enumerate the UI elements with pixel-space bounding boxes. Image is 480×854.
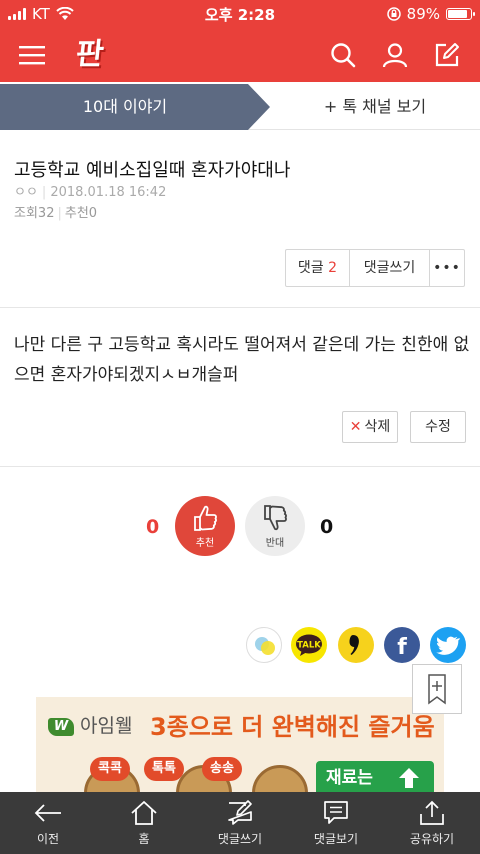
divider <box>0 307 480 308</box>
kakaostory-icon <box>255 637 275 655</box>
home-button[interactable]: 홈 <box>96 792 192 854</box>
share-label: 공유하기 <box>409 832 455 846</box>
delete-icon: ✕ <box>349 419 362 435</box>
edit-post-button[interactable]: 수정 <box>410 411 466 443</box>
tab-bar: 10대 이야기 + 톡 채널 보기 <box>0 84 480 130</box>
bottom-toolbar: 이전 홈 댓글쓰기 댓글보기 공유하기 <box>0 792 480 854</box>
upvote-count: 0 <box>146 516 160 538</box>
ad-headline: 3종으로 더 완벽해진 즐거움 <box>150 713 435 741</box>
ad-food-image <box>252 765 308 794</box>
comments-label: 댓글 <box>297 260 324 276</box>
kakaotalk-icon: TALK <box>296 634 322 656</box>
tab-active-label: 10대 이야기 <box>82 97 168 116</box>
likes-label: 추천 <box>64 206 89 221</box>
status-bar: KT 오후 2:28 89% <box>0 0 480 28</box>
search-button[interactable] <box>325 37 361 73</box>
post-date: 2018.01.18 16:42 <box>50 185 167 200</box>
back-arrow-icon <box>34 804 61 822</box>
views-label: 조회 <box>14 206 38 221</box>
views-count: 32 <box>37 206 55 221</box>
view-comments-label: 댓글보기 <box>313 832 359 846</box>
tab-view-channels[interactable]: + 톡 채널 보기 <box>270 84 480 130</box>
post-body: 나만 다른 구 고등학교 혹시라도 떨어져서 같은데 가는 친한애 없으면 혼자… <box>14 335 470 385</box>
delete-button[interactable]: ✕ 삭제 <box>342 411 398 443</box>
home-label: 홈 <box>138 832 150 846</box>
post-author[interactable]: ㅇㅇ <box>14 185 38 200</box>
facebook-icon: f <box>397 635 407 660</box>
write-button[interactable] <box>429 37 465 73</box>
write-comment-button[interactable]: 댓글쓰기 <box>350 250 430 286</box>
write-comment-icon <box>228 800 252 825</box>
share-kakaotalk[interactable]: TALK <box>291 627 327 663</box>
downvote-label: 반대 <box>265 538 285 549</box>
profile-button[interactable] <box>377 37 413 73</box>
kakaotalk-text: TALK <box>297 641 321 651</box>
meta-separator: | <box>41 185 47 200</box>
ad-brand-mark: W <box>48 718 74 736</box>
view-comments-icon <box>324 801 348 824</box>
share-button[interactable]: 공유하기 <box>384 792 480 854</box>
upvote-button[interactable]: 추천 <box>175 496 235 556</box>
back-button[interactable]: 이전 <box>0 792 96 854</box>
ad-chip: 톡톡 <box>144 757 184 781</box>
up-arrow-icon <box>399 768 419 788</box>
band-icon <box>349 635 359 655</box>
tab-10s-stories[interactable]: 10대 이야기 <box>0 84 270 130</box>
post-stats: 조회32 | 추천0 <box>14 202 97 221</box>
rotation-lock-icon <box>386 7 401 21</box>
stats-separator: | <box>57 206 62 221</box>
bookmark-button[interactable] <box>412 664 462 714</box>
app-header: 판 <box>0 28 480 82</box>
downvote-count: 0 <box>320 516 334 538</box>
battery-icon <box>446 8 475 20</box>
facebook-text: f <box>397 635 407 660</box>
comments-count: 2 <box>328 260 338 276</box>
thumbs-down-icon <box>264 505 287 531</box>
pann-logo[interactable]: 판 <box>70 36 110 74</box>
ad-chip: 콕콕 <box>90 757 130 781</box>
likes-count: 0 <box>88 206 98 221</box>
edit-icon <box>435 43 459 67</box>
status-right: 89% <box>386 5 475 23</box>
post-title: 고등학교 예비소집일때 혼자가야대나 <box>14 160 291 181</box>
share-twitter[interactable] <box>430 627 466 663</box>
ad-brand: W 아임웰 <box>48 711 132 738</box>
thumbs-up-icon <box>194 505 217 531</box>
more-button[interactable]: ••• <box>430 250 464 286</box>
delete-label: 삭제 <box>364 419 391 435</box>
view-comments-button[interactable]: 댓글보기 <box>288 792 384 854</box>
write-comment-label: 댓글쓰기 <box>217 832 263 846</box>
divider <box>0 466 480 467</box>
back-label: 이전 <box>36 832 60 846</box>
upvote-label: 추천 <box>195 538 215 549</box>
share-kakaostory[interactable] <box>246 627 282 663</box>
twitter-icon <box>436 636 461 655</box>
share-icon <box>420 800 444 825</box>
downvote-button[interactable]: 반대 <box>245 496 305 556</box>
ad-cta-label: 재료는 <box>326 768 373 788</box>
battery-label: 89% <box>406 5 440 23</box>
ad-cta: 재료는 <box>316 761 434 794</box>
ad-banner[interactable]: W 아임웰 3종으로 더 완벽해진 즐거움 콕콕 톡톡 송송 재료는 <box>36 697 444 794</box>
post-meta: ㅇㅇ | 2018.01.18 16:42 <box>14 181 166 200</box>
search-icon <box>331 43 356 68</box>
ad-chip: 송송 <box>202 757 242 781</box>
bookmark-add-icon <box>428 674 446 705</box>
menu-icon <box>19 46 45 65</box>
share-band[interactable] <box>338 627 374 663</box>
home-icon <box>131 801 157 825</box>
comments-button[interactable]: 댓글 2 <box>286 250 350 286</box>
share-facebook[interactable]: f <box>384 627 420 663</box>
write-comment-nav-button[interactable]: 댓글쓰기 <box>192 792 288 854</box>
user-icon <box>382 43 408 68</box>
menu-button[interactable] <box>14 37 50 73</box>
comment-actions: 댓글 2 댓글쓰기 ••• <box>285 249 465 287</box>
ad-brand-name: 아임웰 <box>80 715 133 737</box>
